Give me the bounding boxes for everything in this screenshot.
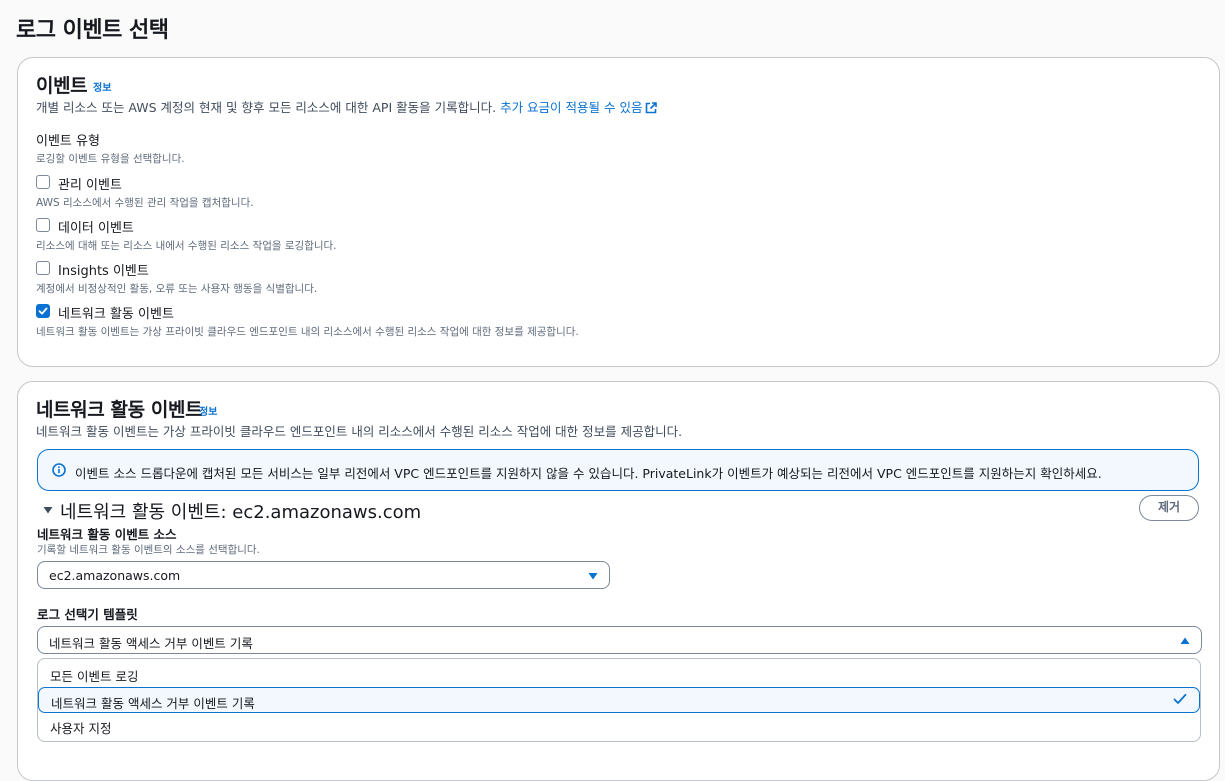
- info-circle-icon: [52, 463, 66, 477]
- alert-text: 이벤트 소스 드롭다운에 캡처된 모든 서비스는 일부 리전에서 VPC 엔드포…: [75, 466, 1102, 481]
- template-dropdown-list: 모든 이벤트 로깅 네트워크 활동 액세스 거부 이벤트 기록 사용자 지정: [37, 658, 1201, 742]
- network-activity-info-link[interactable]: 정보: [199, 403, 217, 418]
- info-alert: 이벤트 소스 드롭다운에 캡처된 모든 서비스는 일부 리전에서 VPC 엔드포…: [37, 449, 1199, 491]
- log-selector-template-value: 네트워크 활동 액세스 거부 이벤트 기록: [49, 636, 253, 651]
- event-type-label: 이벤트 유형: [36, 134, 100, 149]
- option-label: 모든 이벤트 로깅: [50, 669, 139, 684]
- data-events-label[interactable]: 데이터 이벤트: [58, 217, 134, 236]
- events-description-text: 개별 리소스 또는 AWS 계정의 현재 및 향후 모든 리소스에 대한 API…: [36, 100, 497, 115]
- insights-events-desc: 계정에서 비정상적인 활동, 오류 또는 사용자 행동을 식별합니다.: [36, 283, 318, 295]
- caret-up-icon: [1180, 637, 1190, 644]
- management-events-checkbox[interactable]: [36, 175, 50, 189]
- check-icon: [1173, 693, 1187, 704]
- event-source-hint: 기록할 네트워크 활동 이벤트의 소스를 선택합니다.: [37, 544, 260, 556]
- event-source-value: ec2.amazonaws.com: [49, 568, 181, 583]
- page-title: 로그 이벤트 선택: [16, 18, 169, 43]
- remove-button[interactable]: 제거: [1139, 495, 1199, 521]
- log-selector-template-label: 로그 선택기 템플릿: [37, 607, 138, 622]
- data-events-desc: 리소스에 대해 또는 리소스 내에서 수행된 리소스 작업을 로깅합니다.: [36, 240, 337, 252]
- insights-events-label[interactable]: Insights 이벤트: [58, 260, 149, 279]
- log-selector-template-select[interactable]: 네트워크 활동 액세스 거부 이벤트 기록: [37, 626, 1202, 654]
- events-description: 개별 리소스 또는 AWS 계정의 현재 및 향후 모든 리소스에 대한 API…: [36, 97, 658, 117]
- event-type-hint: 로깅할 이벤트 유형을 선택합니다.: [36, 153, 185, 165]
- data-events-checkbox[interactable]: [36, 218, 50, 232]
- template-option-access-denied[interactable]: 네트워크 활동 액세스 거부 이벤트 기록: [38, 687, 1200, 713]
- template-option-custom[interactable]: 사용자 지정: [38, 713, 1200, 739]
- caret-down-icon: [588, 573, 598, 580]
- network-activity-events-label[interactable]: 네트워크 활동 이벤트: [58, 303, 174, 322]
- events-title: 이벤트: [36, 75, 88, 97]
- event-source-select[interactable]: ec2.amazonaws.com: [37, 561, 610, 589]
- events-info-link[interactable]: 정보: [93, 79, 111, 94]
- network-activity-events-desc: 네트워크 활동 이벤트는 가상 프라이빗 클라우드 엔드포인트 내의 리소스에서…: [36, 326, 579, 338]
- template-option-all-events[interactable]: 모든 이벤트 로깅: [38, 661, 1200, 687]
- expandable-section-title[interactable]: 네트워크 활동 이벤트: ec2.amazonaws.com: [60, 498, 421, 524]
- network-activity-title: 네트워크 활동 이벤트: [36, 399, 203, 421]
- network-activity-card: 네트워크 활동 이벤트 정보 네트워크 활동 이벤트는 가상 프라이빗 클라우드…: [17, 381, 1220, 781]
- option-label: 네트워크 활동 액세스 거부 이벤트 기록: [51, 696, 255, 711]
- network-activity-description: 네트워크 활동 이벤트는 가상 프라이빗 클라우드 엔드포인트 내의 리소스에서…: [36, 424, 683, 439]
- check-icon: [38, 307, 48, 315]
- pricing-link[interactable]: 추가 요금이 적용될 수 있음: [500, 100, 658, 117]
- events-card: 이벤트 정보 개별 리소스 또는 AWS 계정의 현재 및 향후 모든 리소스에…: [17, 57, 1220, 367]
- pricing-link-text: 추가 요금이 적용될 수 있음: [500, 100, 643, 115]
- insights-events-checkbox[interactable]: [36, 261, 50, 275]
- external-link-icon: [645, 102, 658, 117]
- caret-down-icon[interactable]: [43, 506, 53, 514]
- management-events-desc: AWS 리소스에서 수행된 관리 작업을 캡처합니다.: [36, 197, 254, 209]
- management-events-label[interactable]: 관리 이벤트: [58, 174, 122, 193]
- option-label: 사용자 지정: [50, 721, 112, 736]
- event-source-label: 네트워크 활동 이벤트 소스: [37, 527, 177, 542]
- network-activity-events-checkbox[interactable]: [36, 304, 50, 318]
